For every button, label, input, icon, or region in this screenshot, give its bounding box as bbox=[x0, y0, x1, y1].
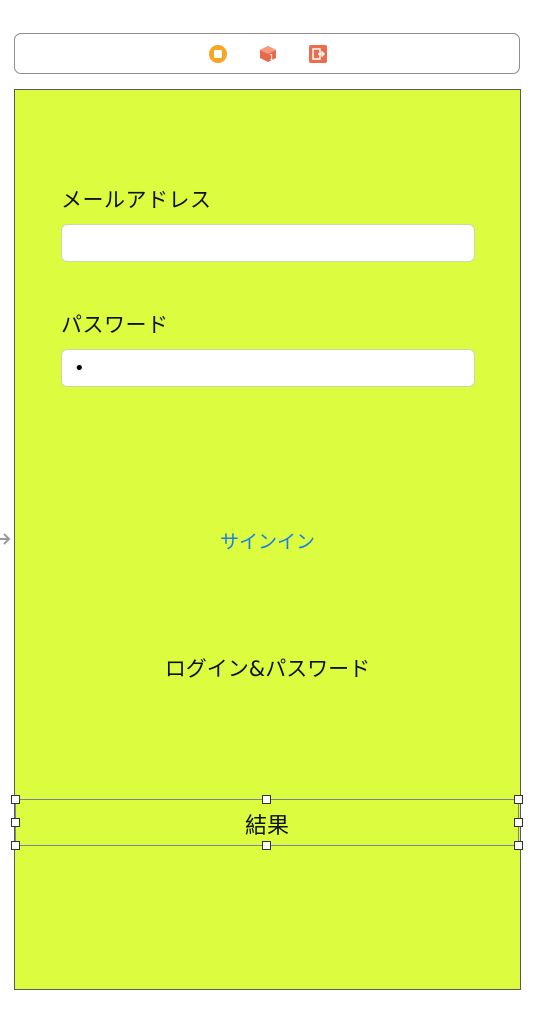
signin-button[interactable]: サインイン bbox=[15, 527, 520, 554]
resize-handle-middle-right[interactable] bbox=[514, 818, 523, 827]
resize-handle-bottom-right[interactable] bbox=[514, 841, 523, 850]
scene-dock: 1 bbox=[14, 33, 520, 74]
result-label: 結果 bbox=[244, 814, 289, 839]
result-label-selection[interactable]: 結果 bbox=[11, 795, 523, 850]
password-field[interactable]: • bbox=[61, 349, 475, 387]
resize-handle-top-right[interactable] bbox=[514, 795, 523, 804]
resize-handle-bottom-center[interactable] bbox=[262, 841, 271, 850]
resize-handle-middle-left[interactable] bbox=[11, 818, 20, 827]
resize-handle-bottom-left[interactable] bbox=[11, 841, 20, 850]
password-label: パスワード bbox=[61, 313, 169, 337]
email-label: メールアドレス bbox=[61, 188, 212, 212]
resize-handle-top-left[interactable] bbox=[11, 795, 20, 804]
email-field[interactable] bbox=[61, 224, 475, 262]
view-controller-canvas: メールアドレス パスワード • サインイン ログイン&パスワード bbox=[14, 89, 521, 990]
entry-point-arrow-icon bbox=[0, 533, 11, 545]
view-controller-icon[interactable] bbox=[208, 44, 228, 64]
exit-icon[interactable] bbox=[308, 44, 328, 64]
login-password-label: ログイン&パスワード bbox=[164, 657, 371, 681]
first-responder-icon[interactable]: 1 bbox=[258, 44, 278, 64]
svg-text:1: 1 bbox=[269, 53, 274, 62]
resize-handle-top-center[interactable] bbox=[262, 795, 271, 804]
